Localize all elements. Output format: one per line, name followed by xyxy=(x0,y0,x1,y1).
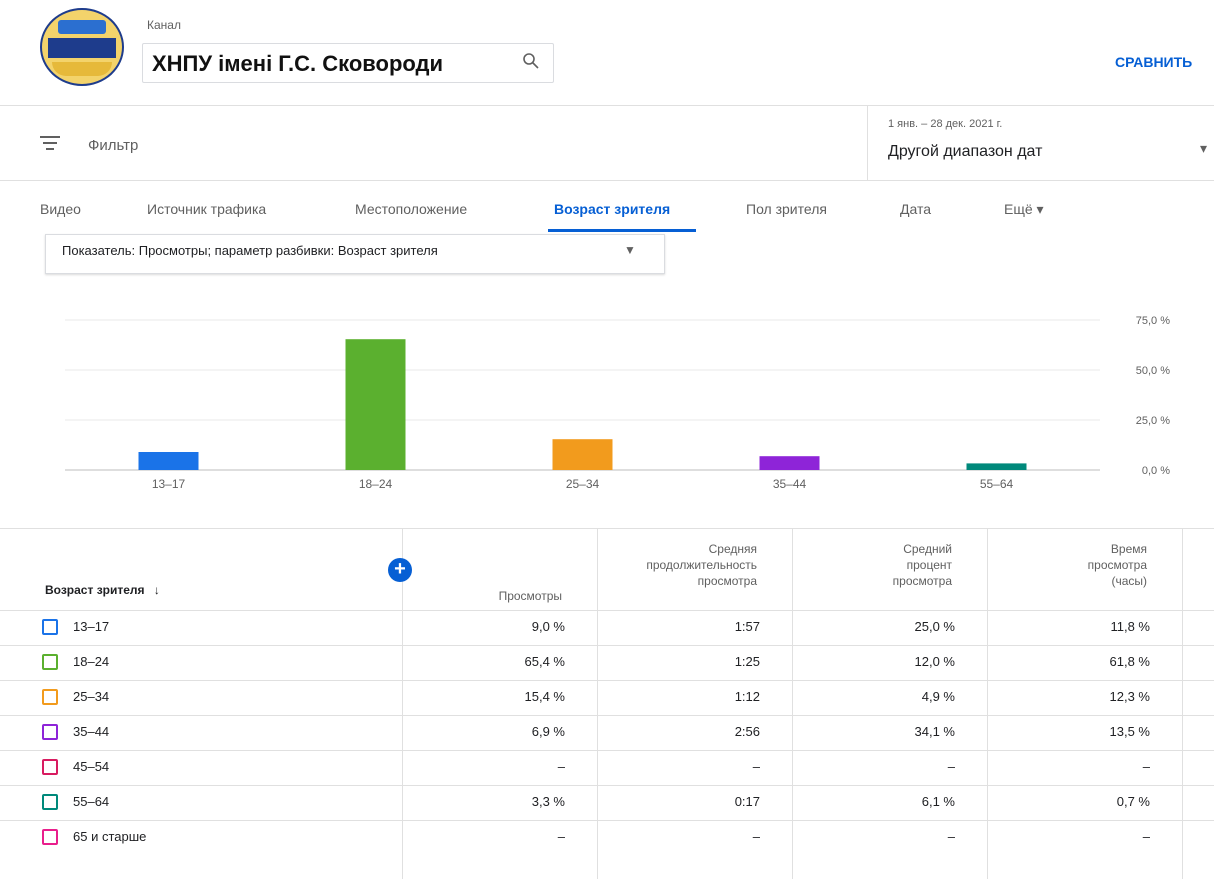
row-age-label: 55–64 xyxy=(73,794,110,809)
tab-more[interactable]: Ещё ▾ xyxy=(1004,201,1044,218)
x-tick-label: 35–44 xyxy=(773,477,807,491)
cell-avg-duration: 2:56 xyxy=(734,724,760,739)
x-tick-label: 18–24 xyxy=(359,477,393,491)
cell-avg-percent: 12,0 % xyxy=(914,654,955,669)
cell-watch-time: 12,3 % xyxy=(1109,689,1150,704)
row-checkbox[interactable] xyxy=(42,689,58,705)
cell-avg-duration: – xyxy=(752,829,760,844)
add-metric-button[interactable]: + xyxy=(388,558,412,582)
cell-avg-percent: 25,0 % xyxy=(914,619,955,634)
row-checkbox[interactable] xyxy=(42,724,58,740)
chevron-down-icon[interactable]: ▼ xyxy=(624,243,636,257)
cell-views: 6,9 % xyxy=(531,724,565,739)
table-row[interactable]: 18–24 65,4 % 1:25 12,0 % 61,8 % xyxy=(0,645,1214,680)
tab-viewer-age[interactable]: Возраст зрителя xyxy=(554,201,670,217)
cell-watch-time: 0,7 % xyxy=(1116,794,1150,809)
row-age-label: 35–44 xyxy=(73,724,110,739)
cell-views: 9,0 % xyxy=(531,619,565,634)
active-tab-indicator xyxy=(548,229,696,232)
y-tick-label: 75,0 % xyxy=(1136,315,1170,327)
divider xyxy=(0,105,1214,106)
cell-watch-time: 13,5 % xyxy=(1109,724,1150,739)
bar-18–24[interactable] xyxy=(345,339,406,470)
column-header-avg-duration[interactable]: Средняя продолжительность просмотра xyxy=(597,541,757,589)
channel-name[interactable]: ХНПУ імені Г.С. Сковороди xyxy=(152,51,443,77)
row-checkbox[interactable] xyxy=(42,619,58,635)
row-age-label: 13–17 xyxy=(73,619,110,634)
cell-watch-time: 11,8 % xyxy=(1110,619,1150,634)
cell-avg-percent: 34,1 % xyxy=(914,724,955,739)
bar-35–44[interactable] xyxy=(759,456,820,470)
column-header-views[interactable]: Просмотры xyxy=(402,588,562,604)
y-tick-label: 25,0 % xyxy=(1136,415,1170,427)
date-range-select[interactable]: Другой диапазон дат xyxy=(888,143,1042,161)
chevron-down-icon[interactable]: ▾ xyxy=(1200,140,1207,157)
row-checkbox[interactable] xyxy=(42,759,58,775)
table-row[interactable]: 13–17 9,0 % 1:57 25,0 % 11,8 % xyxy=(0,610,1214,645)
divider xyxy=(0,180,1214,181)
row-checkbox[interactable] xyxy=(42,829,58,845)
cell-avg-percent: – xyxy=(947,829,955,844)
table-row[interactable]: 35–44 6,9 % 2:56 34,1 % 13,5 % xyxy=(0,715,1214,750)
row-age-label: 65 и старше xyxy=(73,829,147,844)
bar-13–17[interactable] xyxy=(138,452,199,470)
cell-avg-duration: 1:57 xyxy=(734,619,760,634)
cell-avg-duration: 1:12 xyxy=(734,689,760,704)
y-tick-label: 0,0 % xyxy=(1142,465,1170,477)
cell-avg-percent: – xyxy=(947,759,955,774)
table-row[interactable]: 65 и старше – – – – xyxy=(0,820,1214,855)
row-age-label: 18–24 xyxy=(73,654,110,669)
channel-label: Канал xyxy=(147,18,181,32)
cell-views: – xyxy=(557,829,565,844)
search-icon[interactable] xyxy=(522,52,540,75)
column-header-watch-time[interactable]: Время просмотра (часы) xyxy=(987,541,1147,589)
cell-avg-percent: 6,1 % xyxy=(921,794,955,809)
tab-video[interactable]: Видео xyxy=(40,201,81,217)
channel-logo xyxy=(40,8,124,86)
row-age-label: 45–54 xyxy=(73,759,110,774)
filter-label[interactable]: Фильтр xyxy=(88,137,138,154)
tab-viewer-gender[interactable]: Пол зрителя xyxy=(746,201,827,217)
cell-avg-percent: 4,9 % xyxy=(921,689,955,704)
table-row[interactable]: 45–54 – – – – xyxy=(0,750,1214,785)
compare-button[interactable]: СРАВНИТЬ xyxy=(1115,54,1192,70)
table-row[interactable]: 25–34 15,4 % 1:12 4,9 % 12,3 % xyxy=(0,680,1214,715)
x-tick-label: 55–64 xyxy=(980,477,1014,491)
cell-views: – xyxy=(557,759,565,774)
row-age-label: 25–34 xyxy=(73,689,110,704)
cell-views: 15,4 % xyxy=(524,689,565,704)
tab-location[interactable]: Местоположение xyxy=(355,201,467,217)
row-checkbox[interactable] xyxy=(42,654,58,670)
tab-date[interactable]: Дата xyxy=(900,201,931,217)
x-tick-label: 13–17 xyxy=(152,477,186,491)
y-tick-label: 50,0 % xyxy=(1136,365,1170,377)
cell-avg-duration: 0:17 xyxy=(734,794,760,809)
arrow-down-icon: ↓ xyxy=(153,583,160,597)
table-row[interactable]: 55–64 3,3 % 0:17 6,1 % 0,7 % xyxy=(0,785,1214,820)
cell-views: 65,4 % xyxy=(524,654,565,669)
bar-55–64[interactable] xyxy=(966,463,1027,470)
age-bar-chart: 75,0 % 50,0 % 25,0 % 0,0 % 13–17 18–24 25–34 35… xyxy=(65,315,1170,491)
bar-25–34[interactable] xyxy=(552,439,613,470)
cell-watch-time: 61,8 % xyxy=(1109,654,1150,669)
column-header-age[interactable]: Возраст зрителя ↓ xyxy=(45,583,160,597)
cell-views: 3,3 % xyxy=(531,794,565,809)
filter-icon[interactable] xyxy=(40,136,60,152)
divider xyxy=(0,528,1214,529)
divider xyxy=(867,106,868,180)
column-header-avg-percent[interactable]: Средний процент просмотра xyxy=(792,541,952,589)
row-checkbox[interactable] xyxy=(42,794,58,810)
cell-avg-duration: – xyxy=(752,759,760,774)
cell-avg-duration: 1:25 xyxy=(734,654,760,669)
cell-watch-time: – xyxy=(1142,829,1150,844)
tab-traffic-source[interactable]: Источник трафика xyxy=(147,201,266,217)
date-range-small: 1 янв. – 28 дек. 2021 г. xyxy=(888,118,1003,130)
cell-watch-time: – xyxy=(1142,759,1150,774)
metric-selector-label: Показатель: Просмотры; параметр разбивки… xyxy=(62,243,438,258)
x-tick-label: 25–34 xyxy=(566,477,600,491)
